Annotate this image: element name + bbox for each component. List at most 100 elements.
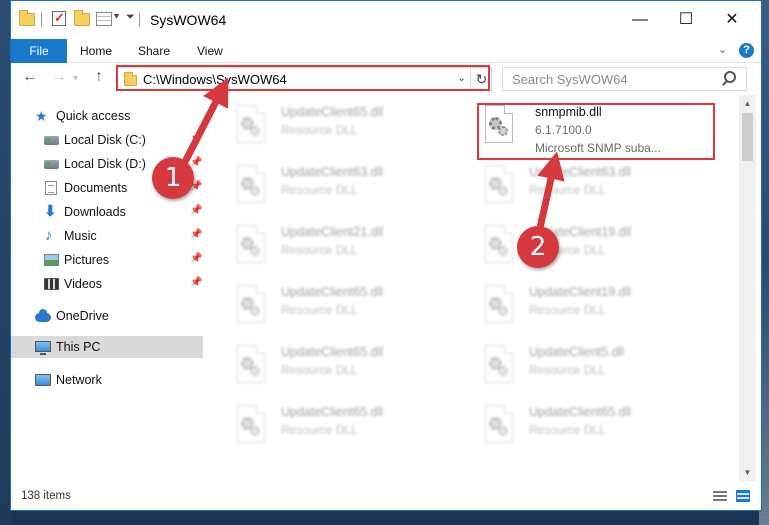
address-highlight-box: [116, 65, 490, 91]
drive-icon: [44, 157, 59, 171]
file-item[interactable]: UpdateClient65.dll Resource DLL: [234, 285, 444, 337]
sidebar-item-videos[interactable]: Videos 📌: [11, 273, 203, 295]
dll-file-icon: [482, 405, 515, 449]
file-type: Resource DLL: [529, 303, 606, 317]
sidebar-item-label: Local Disk (D:): [64, 157, 146, 171]
file-item[interactable]: UpdateClient19.dll Resource DLL: [482, 285, 712, 337]
search-input[interactable]: Search SysWOW64: [512, 72, 628, 87]
sidebar-item-quick-access[interactable]: ★ Quick access: [11, 105, 203, 127]
pin-icon[interactable]: 📌: [190, 229, 202, 240]
file-list: UpdateClient65.dll Resource DLL UpdateCl…: [216, 95, 739, 481]
step-1-badge: 1: [152, 157, 194, 199]
properties-check-icon[interactable]: [52, 10, 68, 27]
dll-file-icon: [482, 165, 515, 209]
sidebar-item-network[interactable]: Network: [11, 369, 203, 391]
file-type: Resource DLL: [281, 363, 358, 377]
file-item[interactable]: UpdateClient65.dll Resource DLL: [482, 405, 712, 457]
vertical-scrollbar[interactable]: ▲ ▼: [739, 95, 756, 481]
file-item[interactable]: UpdateClient5.dll Resource DLL: [482, 345, 712, 397]
folder-icon: [19, 10, 35, 27]
pin-icon[interactable]: 📌: [190, 277, 202, 288]
file-name: UpdateClient5.dll: [529, 345, 625, 359]
new-folder-icon[interactable]: [74, 10, 90, 27]
ribbon-expand-icon[interactable]: ⌄: [718, 43, 727, 56]
details-view-icon[interactable]: [713, 491, 727, 502]
sidebar-item-label: Downloads: [64, 205, 126, 219]
onedrive-icon: [35, 309, 51, 323]
pin-icon[interactable]: 📌: [190, 205, 202, 216]
pictures-icon: [44, 253, 59, 267]
file-type: Resource DLL: [281, 303, 358, 317]
close-button[interactable]: ✕: [709, 1, 755, 39]
dll-file-icon: [234, 405, 267, 449]
this-pc-icon: [35, 340, 51, 355]
file-name: UpdateClient65.dll: [529, 405, 632, 419]
tab-home[interactable]: Home: [80, 39, 112, 63]
tab-file[interactable]: File: [11, 39, 67, 63]
recent-locations-icon[interactable]: ▾: [73, 73, 78, 84]
sidebar-item-music[interactable]: ♪ Music 📌: [11, 225, 203, 247]
title-bar: ▾ ⏷ SysWOW64 — ☐ ✕: [11, 1, 761, 39]
search-icon[interactable]: [724, 71, 736, 83]
forward-button[interactable]: →: [51, 68, 67, 86]
file-item[interactable]: UpdateClient65.dll Resource DLL: [234, 345, 444, 397]
scroll-up-icon[interactable]: ▲: [739, 95, 756, 112]
videos-icon: [44, 277, 59, 291]
quick-access-dropdown-icon[interactable]: ▾: [114, 11, 119, 22]
dll-file-icon: [482, 285, 515, 329]
tiles-view-icon[interactable]: [736, 490, 750, 502]
search-box[interactable]: Search SysWOW64: [502, 67, 747, 91]
quick-access-caret-icon[interactable]: ⏷: [126, 11, 135, 24]
ribbon-tabs: File Home Share View ⌄ ?: [11, 39, 761, 63]
step-2-badge: 2: [517, 226, 559, 268]
scroll-down-icon[interactable]: ▼: [739, 464, 756, 481]
file-name: UpdateClient65.dll: [281, 285, 384, 299]
network-icon: [35, 373, 51, 387]
file-name: UpdateClient65.dll: [281, 105, 384, 119]
help-icon[interactable]: ?: [739, 43, 754, 58]
pin-icon[interactable]: 📌: [190, 253, 202, 264]
tab-view[interactable]: View: [197, 39, 223, 63]
drive-icon: [44, 133, 59, 147]
navigation-pane: ★ Quick access Local Disk (C:) 📌 Local D…: [11, 95, 203, 481]
file-name: UpdateClient21.dll: [281, 225, 384, 239]
tab-share[interactable]: Share: [138, 39, 170, 63]
file-type: Resource DLL: [529, 423, 606, 437]
dll-file-icon: [234, 105, 267, 149]
file-item[interactable]: UpdateClient65.dll Resource DLL: [234, 405, 444, 457]
status-bar: 138 items: [11, 481, 761, 510]
file-type: Resource DLL: [281, 183, 358, 197]
minimize-button[interactable]: —: [617, 1, 663, 39]
sidebar-item-label: This PC: [56, 340, 101, 354]
dll-file-icon: [234, 165, 267, 209]
sidebar-item-this-pc[interactable]: This PC: [11, 336, 203, 358]
download-icon: ⬇: [44, 203, 57, 220]
sidebar-item-label: OneDrive: [56, 309, 109, 323]
sidebar-item-local-disk-c[interactable]: Local Disk (C:) 📌: [11, 129, 203, 151]
pin-icon[interactable]: 📌: [190, 133, 202, 144]
sidebar-item-onedrive[interactable]: OneDrive: [11, 305, 203, 327]
file-item[interactable]: UpdateClient65.dll Resource DLL: [234, 105, 444, 157]
file-item[interactable]: UpdateClient21.dll Resource DLL: [234, 225, 444, 277]
sidebar-item-label: Pictures: [64, 253, 110, 267]
scrollbar-thumb[interactable]: [742, 113, 753, 161]
dll-file-icon: [482, 345, 515, 389]
back-button[interactable]: ←: [22, 68, 38, 86]
file-item[interactable]: UpdateClient63.dll Resource DLL: [234, 165, 444, 217]
pin-icon[interactable]: 📌: [190, 157, 202, 168]
title-separator: [41, 12, 42, 27]
sidebar-item-label: Music: [64, 229, 97, 243]
sidebar-item-label: Documents: [64, 181, 128, 195]
title-separator-2: [139, 12, 140, 27]
file-name: UpdateClient63.dll: [281, 165, 384, 179]
dll-file-icon: [482, 225, 515, 269]
sidebar-item-label: Local Disk (C:): [64, 133, 146, 147]
maximize-button[interactable]: ☐: [663, 1, 709, 39]
file-item[interactable]: UpdateClient63.dll Resource DLL: [482, 165, 712, 217]
customize-icon[interactable]: [96, 11, 112, 27]
up-button[interactable]: ↑: [95, 68, 103, 86]
file-type: Resource DLL: [529, 363, 606, 377]
sidebar-item-downloads[interactable]: ⬇ Downloads 📌: [11, 201, 203, 223]
sidebar-item-pictures[interactable]: Pictures 📌: [11, 249, 203, 271]
dll-file-icon: [234, 345, 267, 389]
